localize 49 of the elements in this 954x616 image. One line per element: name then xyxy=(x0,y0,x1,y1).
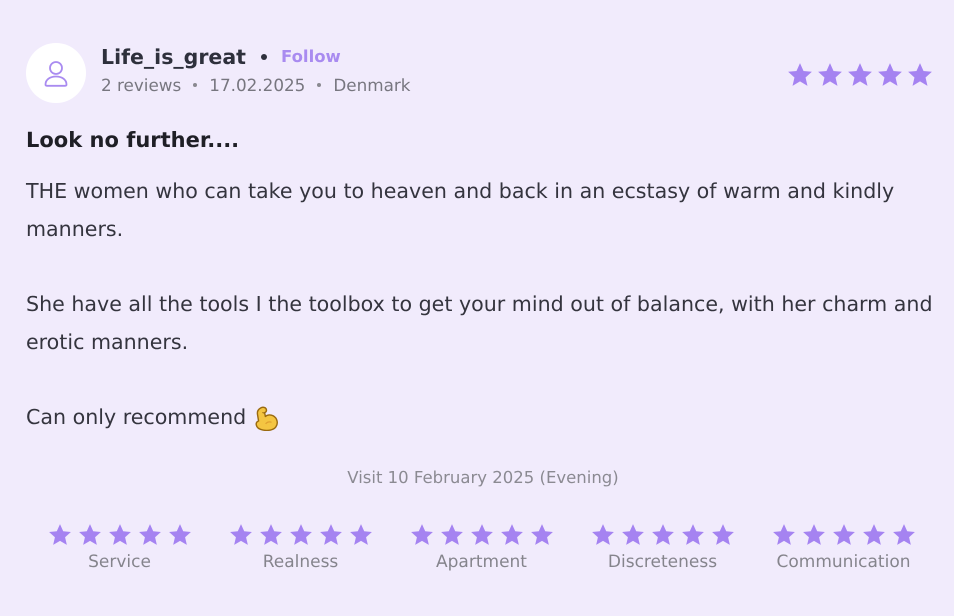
star-filled-icon xyxy=(350,524,372,545)
follow-link[interactable]: Follow xyxy=(280,48,341,66)
review-paragraph: Can only recommend xyxy=(26,404,246,432)
star-filled-icon xyxy=(470,524,492,545)
star-filled-icon xyxy=(410,524,432,545)
star-filled-icon xyxy=(862,524,884,545)
star-filled-icon xyxy=(78,524,100,545)
star-filled-icon xyxy=(592,524,614,545)
bullet-separator-icon xyxy=(317,83,322,87)
rating-category: Service xyxy=(88,550,151,574)
star-filled-icon xyxy=(772,524,794,545)
star-filled-icon xyxy=(48,524,70,545)
star-filled-icon xyxy=(440,524,462,545)
star-filled-icon xyxy=(622,524,644,545)
star-filled-icon xyxy=(832,524,854,545)
star-filled-icon xyxy=(230,524,252,545)
star-filled-icon xyxy=(320,524,342,545)
star-filled-icon xyxy=(712,524,734,545)
visit-date: Visit 10 February 2025 (Evening) xyxy=(347,466,619,489)
star-filled-icon xyxy=(878,62,902,86)
star-filled-icon xyxy=(848,62,872,86)
star-filled-icon xyxy=(290,524,312,545)
review-paragraph: THE women who can take you to heaven and back in an ecstasy of warm and kindly manners. xyxy=(26,178,896,243)
star-filled-icon xyxy=(652,524,674,545)
bullet-separator-icon xyxy=(260,54,267,60)
star-filled-icon xyxy=(892,524,914,545)
star-filled-icon xyxy=(530,524,552,545)
review-title: Look no further.... xyxy=(26,127,240,154)
star-filled-icon xyxy=(788,62,812,86)
review-date: 17.02.2025 xyxy=(209,76,306,94)
rating-category: Realness xyxy=(262,550,338,574)
rating-category: Apartment xyxy=(436,550,527,574)
star-filled-icon xyxy=(260,524,282,545)
bullet-separator-icon xyxy=(193,83,198,87)
reviewer-country: Denmark xyxy=(333,76,410,94)
username: Life_is_great xyxy=(101,46,246,68)
star-filled-icon xyxy=(682,524,704,545)
review-paragraph: She have all the tools I the toolbox to get your mind out of balance, with her charm and erotic manners. xyxy=(26,291,934,356)
avatar-icon xyxy=(26,43,86,103)
star-filled-icon xyxy=(818,62,842,86)
star-filled-icon xyxy=(802,524,824,545)
rating-category: Discreteness xyxy=(608,550,718,574)
star-filled-icon xyxy=(108,524,130,545)
star-filled-icon xyxy=(500,524,522,545)
star-filled-icon xyxy=(908,62,932,86)
review-count: 2 reviews xyxy=(101,76,182,94)
star-filled-icon xyxy=(138,524,160,545)
rating-category: Communication xyxy=(776,550,910,574)
star-filled-icon xyxy=(168,524,190,545)
